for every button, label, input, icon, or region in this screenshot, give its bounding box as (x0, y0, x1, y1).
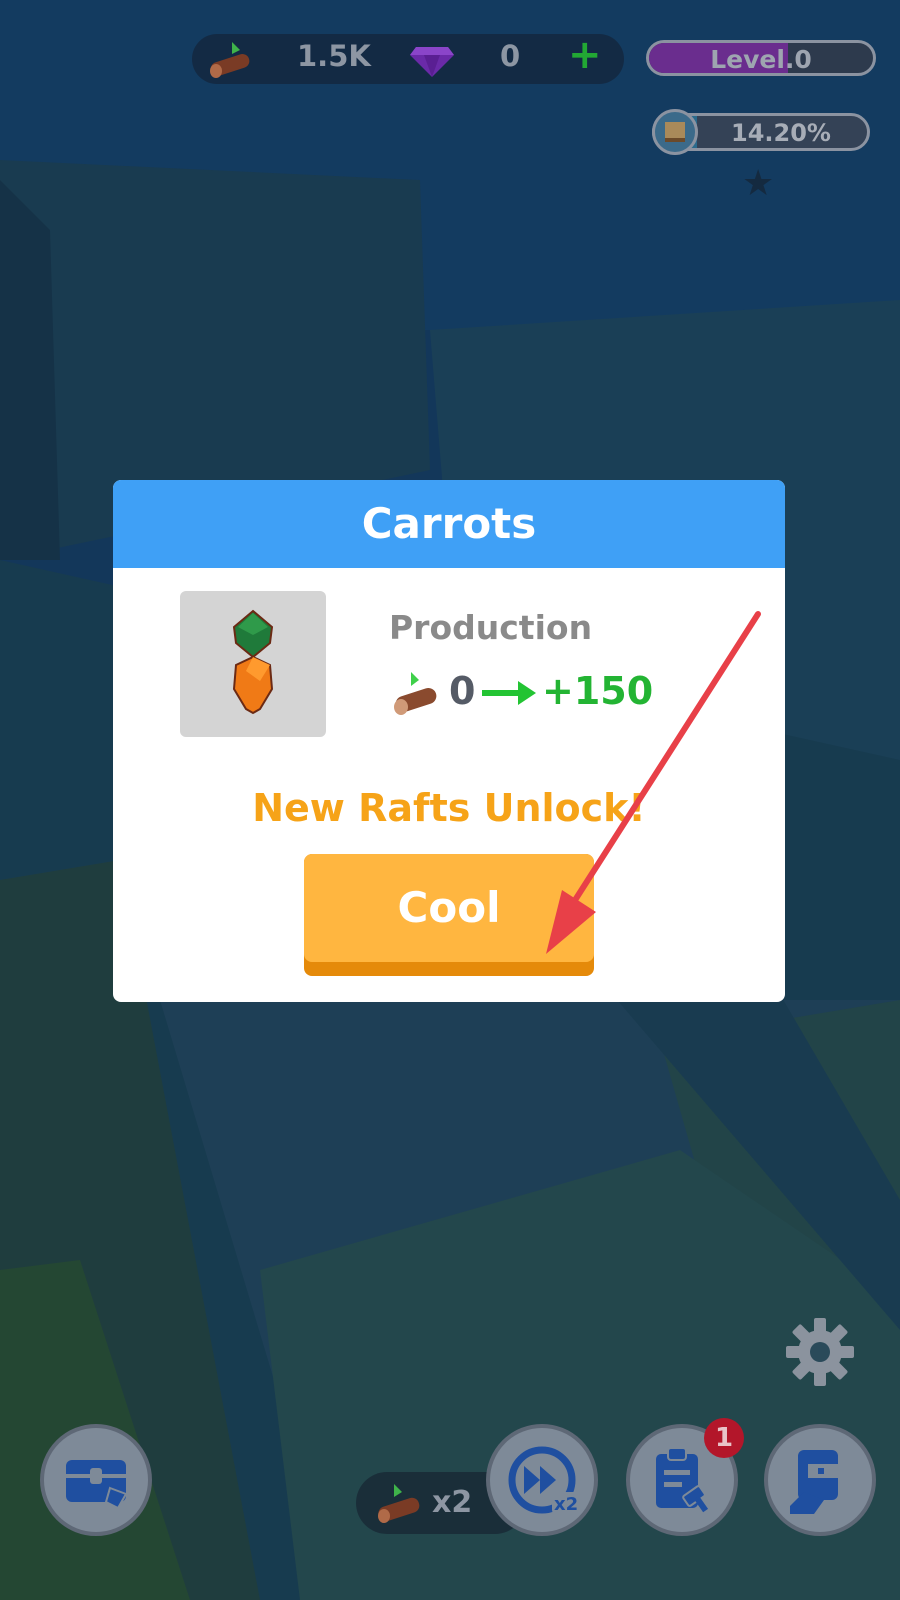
right-arrow-icon (482, 681, 536, 705)
treasure-chest-button[interactable] (40, 1424, 152, 1536)
cool-button[interactable]: Cool (304, 854, 594, 976)
wood-log-icon (210, 42, 250, 78)
fast-forward-icon: x2 (508, 1446, 578, 1515)
cool-button-label: Cool (304, 854, 594, 962)
production-row: 0 +150 (389, 669, 689, 718)
level-bar: Level.0 (646, 40, 876, 76)
raft-progress-icon (652, 109, 698, 155)
unlock-message: New Rafts Unlock! (252, 786, 646, 830)
clipboard-icon (656, 1447, 709, 1513)
island-progress-label: 14.20% (731, 119, 831, 147)
level-label: Level.0 (710, 45, 812, 74)
item-image-box (180, 591, 326, 737)
star-icon: ★ (742, 163, 775, 204)
add-gems-button[interactable]: + (568, 32, 602, 78)
production-new: +150 (542, 669, 654, 713)
fast-forward-button[interactable]: x2 (486, 1424, 598, 1536)
character-avatar-icon (790, 1450, 838, 1514)
production-label: Production (389, 608, 593, 647)
wood-count: 1.5K (297, 39, 371, 73)
wood-log-icon (394, 672, 437, 715)
settings-gear-icon[interactable] (784, 1316, 856, 1388)
tasks-notification-badge: 1 (704, 1418, 744, 1458)
character-button[interactable] (764, 1424, 876, 1536)
gem-icon (410, 47, 454, 77)
dialog-title: Carrots (113, 480, 785, 568)
gem-count: 0 (500, 39, 521, 73)
resource-bar: 1.5K 0 + (192, 32, 624, 84)
carrot-icon (232, 609, 274, 715)
wood-log-icon (378, 1484, 420, 1523)
treasure-chest-icon (66, 1460, 128, 1510)
fast-forward-multiplier: x2 (554, 1494, 578, 1515)
production-current: 0 (449, 669, 476, 713)
unlock-dialog: Carrots Production 0 +150 New Rafts Unlo… (113, 480, 785, 1002)
wood-boost-multiplier: x2 (432, 1485, 473, 1520)
